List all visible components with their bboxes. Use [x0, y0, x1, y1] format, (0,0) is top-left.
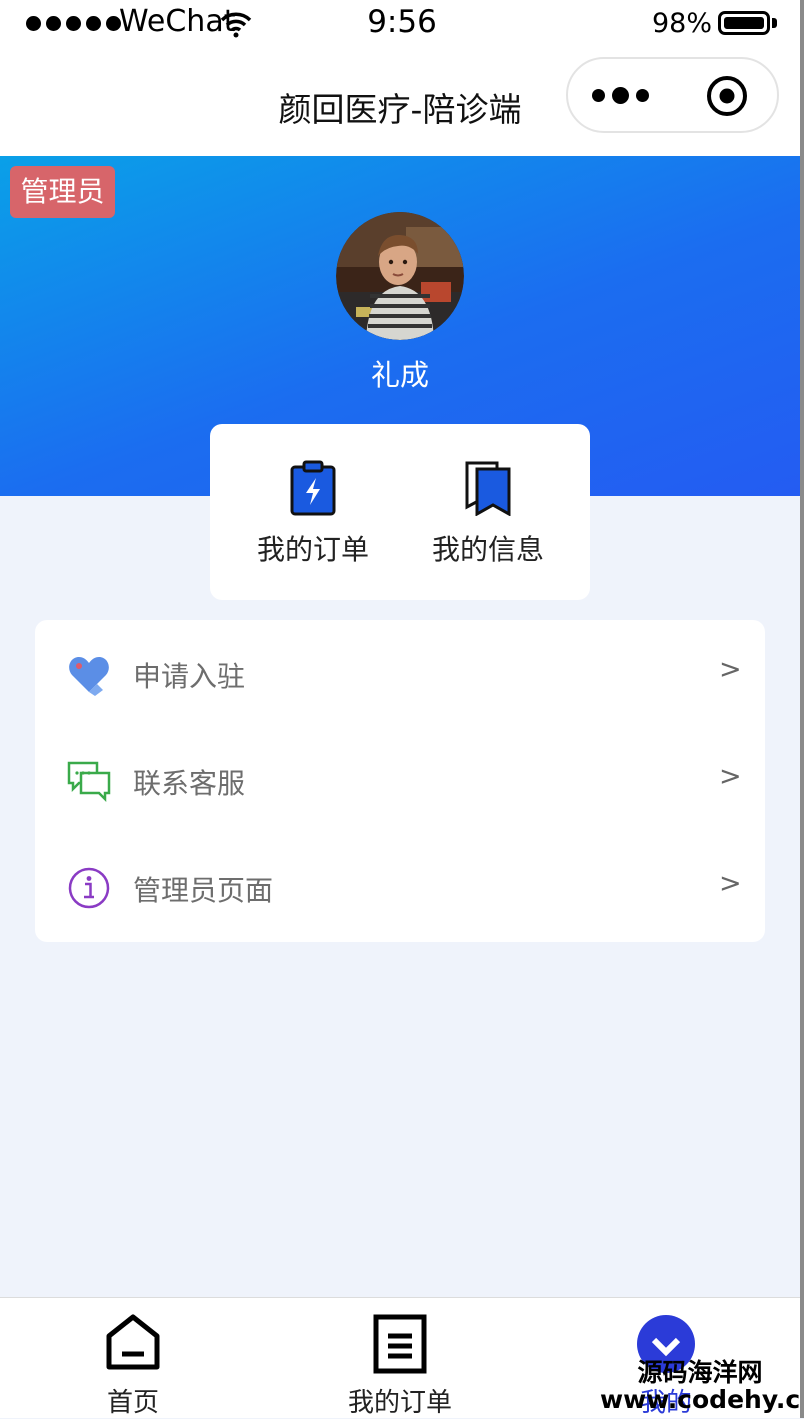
admin-badge: 管理员	[10, 166, 115, 218]
target-close-icon[interactable]	[706, 75, 748, 117]
menu-item-admin-page[interactable]: 管理员页面 >	[35, 834, 765, 941]
home-icon	[106, 1314, 160, 1370]
info-circle-icon	[68, 867, 110, 909]
menu-list: 申请入驻 > 联系客服 > 管理员页面 >	[35, 620, 765, 942]
screen-edge	[800, 0, 804, 1418]
battery-percentage: 98%	[652, 8, 713, 39]
document-icon	[373, 1314, 427, 1374]
clipboard-bolt-icon	[290, 460, 336, 516]
menu-item-apply-join[interactable]: 申请入驻 >	[35, 620, 765, 727]
chevron-right-icon: >	[719, 868, 742, 899]
avatar[interactable]	[336, 212, 464, 340]
tab-label: 首页	[106, 1388, 159, 1418]
quick-actions-card: 我的订单 我的信息	[210, 424, 590, 600]
watermark: 源码海洋网 www.codehy.com	[600, 1358, 804, 1414]
username: 礼成	[370, 358, 429, 392]
bookmark-stack-icon	[465, 461, 511, 516]
battery-tip	[772, 18, 777, 28]
status-bar: WeChat 9:56 98%	[0, 0, 804, 50]
menu-label: 联系客服	[133, 767, 246, 800]
tab-my-orders[interactable]: 我的订单	[300, 1298, 500, 1419]
battery-icon	[718, 11, 770, 35]
my-orders-button[interactable]: 我的订单	[238, 460, 388, 568]
my-info-button[interactable]: 我的信息	[413, 460, 563, 568]
watermark-line2: www.codehy.com	[600, 1385, 804, 1414]
heart-tag-icon	[69, 657, 109, 696]
chevron-right-icon: >	[719, 654, 742, 685]
chevron-right-icon: >	[719, 761, 742, 792]
watermark-line1: 源码海洋网	[637, 1358, 763, 1387]
menu-item-contact-support[interactable]: 联系客服 >	[35, 727, 765, 834]
my-info-label: 我的信息	[431, 533, 544, 566]
tab-label: 我的订单	[347, 1388, 452, 1418]
navigation-bar: 颜回医疗-陪诊端	[0, 50, 804, 156]
my-orders-label: 我的订单	[256, 533, 369, 566]
menu-label: 申请入驻	[133, 660, 246, 693]
miniprogram-capsule	[566, 57, 779, 133]
tab-home[interactable]: 首页	[33, 1298, 233, 1419]
chat-bubbles-icon	[67, 761, 111, 803]
more-dots-icon[interactable]	[592, 87, 649, 104]
menu-label: 管理员页面	[133, 874, 274, 907]
